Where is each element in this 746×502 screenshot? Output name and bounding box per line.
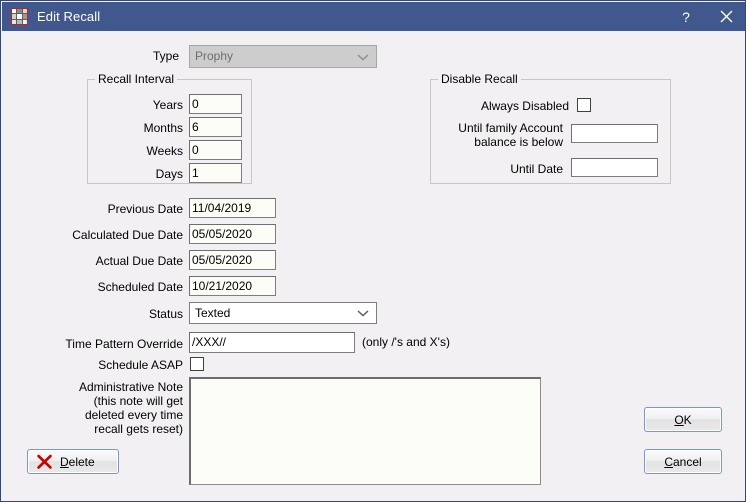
window-title: Edit Recall [37,9,101,24]
days-input[interactable]: 1 [189,163,242,183]
calculated-due-date-label: Calculated Due Date [72,228,183,242]
cancel-button-label: Cancel [664,455,701,469]
ok-button[interactable]: OK [644,407,722,432]
administrative-note-label: Administrative Note (this note will get … [78,380,183,436]
help-button[interactable]: ? [666,2,706,31]
edit-recall-dialog: Edit Recall ? Type Prophy Recall Interva… [0,0,746,502]
scheduled-date-input[interactable]: 10/21/2020 [189,276,276,296]
status-label: Status [148,307,183,321]
delete-button[interactable]: Delete [27,449,119,474]
schedule-asap-label: Schedule ASAP [98,358,183,372]
balance-below-input[interactable] [571,124,658,143]
ok-rest: K [683,412,692,427]
administrative-note-textarea[interactable] [189,377,541,485]
always-disabled-checkbox[interactable] [577,98,591,112]
status-dropdown-value: Texted [195,306,231,320]
type-label: Type [152,49,179,63]
ok-button-label: OK [674,413,691,427]
years-label: Years [152,98,183,112]
title-bar: Edit Recall ? [2,2,745,31]
type-dropdown-value: Prophy [195,49,234,63]
until-date-input[interactable] [571,158,658,177]
red-x-icon [37,454,52,469]
schedule-asap-checkbox[interactable] [190,357,204,371]
cancel-button[interactable]: Cancel [644,449,722,474]
weeks-input[interactable]: 0 [189,140,242,160]
time-pattern-override-input[interactable]: /XXX// [189,332,355,353]
time-pattern-hint: (only /'s and X's) [362,335,450,349]
chevron-down-icon [357,46,369,67]
delete-button-label: Delete [60,455,95,469]
previous-date-input[interactable]: 11/04/2019 [189,198,276,218]
months-input[interactable]: 6 [189,117,242,137]
years-input[interactable]: 0 [189,94,242,114]
delete-rest: elete [68,454,95,469]
actual-due-date-input[interactable]: 05/05/2020 [189,250,276,270]
chevron-down-icon [357,303,369,323]
calculated-due-date-input[interactable]: 05/05/2020 [189,224,276,244]
days-label: Days [155,167,183,181]
always-disabled-label: Always Disabled [480,99,569,113]
ok-accel: O [674,412,684,427]
balance-below-label: Until family Account balance is below [458,121,563,149]
close-icon[interactable] [706,2,745,31]
status-dropdown[interactable]: Texted [189,302,377,324]
type-dropdown[interactable]: Prophy [189,45,377,68]
delete-accel: D [60,454,69,469]
cancel-rest: ancel [672,454,702,469]
recall-interval-group-title: Recall Interval [95,72,178,86]
until-date-label: Until Date [510,162,563,176]
disable-recall-group-title: Disable Recall [438,72,521,86]
cancel-accel: C [664,454,673,469]
actual-due-date-label: Actual Due Date [95,254,183,268]
previous-date-label: Previous Date [107,202,183,216]
app-grid-icon [11,8,28,25]
time-pattern-override-label: Time Pattern Override [65,337,183,351]
weeks-label: Weeks [146,144,183,158]
months-label: Months [143,121,183,135]
scheduled-date-label: Scheduled Date [97,280,183,294]
